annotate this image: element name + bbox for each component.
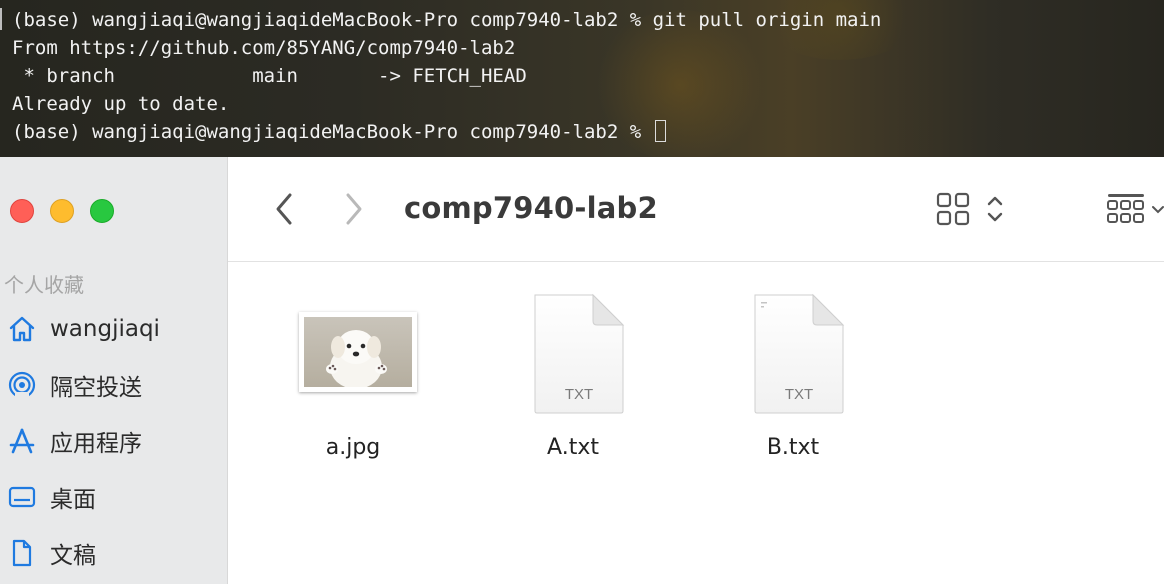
text-file-icon: TXT bbox=[531, 293, 627, 415]
group-by-icon bbox=[1106, 191, 1146, 232]
icon-grid-view-icon bbox=[936, 192, 970, 231]
sidebar-item-label: wangjiaqi bbox=[50, 316, 160, 342]
group-by-button[interactable] bbox=[1106, 189, 1164, 233]
finder-window[interactable]: 个人收藏 wangjiaqi 隔空投送 应用程序 桌面 文稿 comp7940-… bbox=[0, 157, 1164, 584]
document-icon bbox=[6, 537, 38, 569]
terminal-line-branch: * branch main -> FETCH_HEAD bbox=[12, 65, 527, 87]
file-item[interactable]: a.jpg bbox=[278, 287, 428, 467]
terminal-line-command: (base) wangjiaqi@wangjiaqideMacBook-Pro … bbox=[12, 9, 882, 31]
sidebar-section-favorites: 个人收藏 bbox=[4, 273, 84, 297]
sidebar-item-desktop[interactable]: 桌面 bbox=[6, 477, 222, 517]
terminal-prompt: (base) wangjiaqi@wangjiaqideMacBook-Pro … bbox=[12, 121, 653, 143]
airdrop-icon bbox=[6, 369, 38, 401]
back-button[interactable] bbox=[268, 191, 300, 231]
home-icon bbox=[6, 313, 38, 345]
terminal-line-from: From https://github.com/85YANG/comp7940-… bbox=[12, 37, 516, 59]
chevron-left-icon bbox=[273, 192, 295, 231]
terminal-window[interactable]: (base) wangjiaqi@wangjiaqideMacBook-Pro … bbox=[0, 0, 1164, 157]
text-file-icon: TXT bbox=[751, 293, 847, 415]
sidebar-item-airdrop[interactable]: 隔空投送 bbox=[6, 365, 222, 405]
sidebar-item-label: 隔空投送 bbox=[50, 375, 142, 401]
file-name: A.txt bbox=[547, 435, 599, 460]
file-item[interactable]: TXT A.txt bbox=[498, 287, 648, 467]
zoom-button[interactable] bbox=[90, 199, 114, 223]
sidebar-item-label: 桌面 bbox=[50, 487, 96, 513]
file-name: B.txt bbox=[766, 435, 820, 460]
sidebar-item-label: 应用程序 bbox=[50, 431, 142, 457]
sidebar: 个人收藏 wangjiaqi 隔空投送 应用程序 桌面 文稿 bbox=[0, 157, 228, 584]
finder-toolbar: comp7940-lab2 bbox=[228, 157, 1164, 262]
up-down-chevron-icon bbox=[986, 193, 1004, 230]
applications-icon bbox=[6, 425, 38, 457]
terminal-edge-marker bbox=[0, 8, 2, 30]
sidebar-item-home[interactable]: wangjiaqi bbox=[6, 309, 222, 349]
terminal-line-status: Already up to date. bbox=[12, 93, 230, 115]
sidebar-item-documents[interactable]: 文稿 bbox=[6, 533, 222, 573]
chevron-right-icon bbox=[343, 192, 365, 231]
desktop-icon bbox=[6, 481, 38, 513]
file-name: a.jpg bbox=[325, 435, 381, 460]
terminal-prompt-line[interactable]: (base) wangjiaqi@wangjiaqideMacBook-Pro … bbox=[12, 118, 666, 146]
file-item[interactable]: TXT B.txt bbox=[718, 287, 868, 467]
view-mode-button[interactable] bbox=[930, 189, 1010, 233]
forward-button[interactable] bbox=[338, 191, 370, 231]
close-button[interactable] bbox=[10, 199, 34, 223]
file-type-badge: TXT bbox=[565, 386, 593, 403]
image-thumbnail bbox=[299, 312, 417, 392]
sidebar-item-applications[interactable]: 应用程序 bbox=[6, 421, 222, 461]
chevron-down-icon bbox=[1152, 202, 1164, 220]
minimize-button[interactable] bbox=[50, 199, 74, 223]
folder-title: comp7940-lab2 bbox=[404, 191, 658, 225]
file-type-badge: TXT bbox=[785, 386, 813, 403]
terminal-cursor bbox=[654, 120, 666, 142]
sidebar-item-label: 文稿 bbox=[50, 543, 96, 569]
